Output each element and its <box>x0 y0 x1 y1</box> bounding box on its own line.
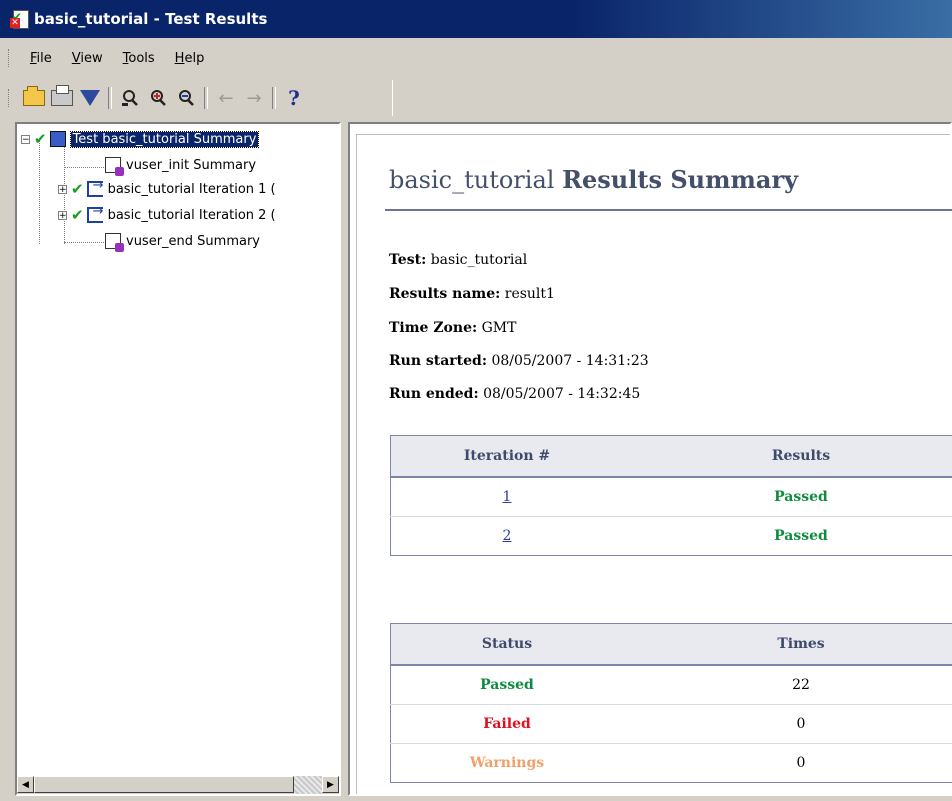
forward-arrow-icon: → <box>246 87 262 109</box>
results-summary-title: basic_tutorial Results Summary <box>389 165 799 194</box>
help-icon: ? <box>288 86 300 110</box>
filter-button[interactable] <box>76 85 104 111</box>
tree-node-label: basic_tutorial Iteration 1 ( <box>107 181 276 197</box>
iteration-link[interactable]: 2 <box>390 516 623 556</box>
zoom-in-icon <box>151 90 166 106</box>
times-value: 0 <box>623 743 952 783</box>
find-button[interactable] <box>116 85 144 111</box>
status-passed: Passed <box>390 664 623 705</box>
menu-file[interactable]: File <box>20 51 62 66</box>
results-content-pane: basic_tutorial Results Summary Test: bas… <box>348 122 952 796</box>
tree-node-root[interactable]: − ✔ Test basic_tutorial Summary <box>21 128 260 150</box>
title-divider <box>385 209 952 211</box>
passed-check-icon: ✔ <box>71 180 84 198</box>
result-value: Passed <box>623 476 952 517</box>
table-row: 1 Passed <box>390 476 952 517</box>
info-run-ended: Run ended: 08/05/2007 - 14:32:45 <box>389 386 641 402</box>
tree-node-vuser-end[interactable]: vuser_end Summary <box>105 230 260 252</box>
iteration-icon <box>86 178 103 197</box>
iteration-icon <box>86 204 103 223</box>
info-test: Test: basic_tutorial <box>389 252 528 268</box>
result-value: Passed <box>623 516 952 556</box>
column-header-status: Status <box>390 623 623 666</box>
window-title: basic_tutorial - Test Results <box>34 10 268 28</box>
menu-tools[interactable]: Tools <box>113 51 165 66</box>
column-header-results: Results <box>623 435 952 478</box>
info-run-started: Run started: 08/05/2007 - 14:31:23 <box>389 353 649 369</box>
help-button[interactable]: ? <box>280 85 308 111</box>
scroll-right-button[interactable]: ▶ <box>322 776 339 793</box>
toolbar-separator <box>204 87 208 109</box>
tree-connector <box>64 242 104 243</box>
info-time-zone: Time Zone: GMT <box>389 320 517 336</box>
action-summary-icon <box>105 233 124 252</box>
back-button[interactable]: ← <box>212 85 240 111</box>
status-warnings: Warnings <box>390 743 623 783</box>
results-document: basic_tutorial Results Summary Test: bas… <box>356 134 952 794</box>
tree-node-label: vuser_init Summary <box>126 157 257 173</box>
menu-grip <box>8 49 12 67</box>
expand-toggle[interactable]: + <box>58 184 67 194</box>
horizontal-scrollbar[interactable]: ◀ ▶ <box>17 776 339 794</box>
find-icon <box>122 90 138 106</box>
back-arrow-icon: ← <box>218 87 234 109</box>
tree-node-label: Test basic_tutorial Summary <box>69 130 260 148</box>
zoom-out-button[interactable] <box>172 85 200 111</box>
menu-view[interactable]: View <box>62 51 113 66</box>
times-value: 0 <box>623 704 952 744</box>
open-icon <box>23 86 45 106</box>
zoom-in-button[interactable] <box>144 85 172 111</box>
test-results-app-icon: ✔ ✕ <box>10 9 30 29</box>
column-header-times: Times <box>623 623 952 666</box>
table-row: Warnings 0 <box>390 743 952 783</box>
print-icon <box>51 85 73 106</box>
table-row: 2 Passed <box>390 516 952 556</box>
iteration-link[interactable]: 1 <box>390 476 623 517</box>
title-bar: ✔ ✕ basic_tutorial - Test Results <box>0 0 952 38</box>
forward-button[interactable]: → <box>240 85 268 111</box>
status-failed: Failed <box>390 704 623 744</box>
table-row: Passed 22 <box>390 664 952 705</box>
toolbar-separator <box>272 87 276 109</box>
toolbar-separator <box>108 87 112 109</box>
status-table: Status Times Passed 22 Failed 0 Warnings… <box>390 623 952 783</box>
results-tree[interactable]: − ✔ Test basic_tutorial Summary vuser_in… <box>15 122 341 796</box>
table-row: Failed 0 <box>390 704 952 744</box>
times-value: 22 <box>623 664 952 705</box>
zoom-out-icon <box>179 90 194 106</box>
scroll-track[interactable] <box>294 776 322 794</box>
column-header-iteration: Iteration # <box>390 435 623 478</box>
scroll-thumb[interactable] <box>34 776 294 793</box>
tree-node-vuser-init[interactable]: vuser_init Summary <box>105 154 256 176</box>
tree-connector <box>39 141 40 244</box>
expand-toggle[interactable]: + <box>58 210 67 220</box>
print-button[interactable] <box>48 85 76 111</box>
toolbar-grip <box>8 89 12 107</box>
test-summary-icon <box>49 131 66 147</box>
info-results-name: Results name: result1 <box>389 286 555 302</box>
tree-connector <box>64 167 104 168</box>
open-button[interactable] <box>20 85 48 111</box>
tree-node-label: vuser_end Summary <box>126 233 260 249</box>
toolbar: ← → ? <box>0 80 393 116</box>
iterations-table: Iteration # Results 1 Passed 2 Passed <box>390 435 952 556</box>
action-summary-icon <box>105 157 124 176</box>
passed-check-icon: ✔ <box>71 206 84 224</box>
passed-check-icon: ✔ <box>34 130 47 148</box>
scroll-left-button[interactable]: ◀ <box>17 776 34 793</box>
collapse-toggle[interactable]: − <box>21 134 30 144</box>
menu-help[interactable]: Help <box>165 51 215 66</box>
tree-node-iteration-1[interactable]: + ✔ basic_tutorial Iteration 1 ( <box>58 178 276 200</box>
tree-node-iteration-2[interactable]: + ✔ basic_tutorial Iteration 2 ( <box>58 204 276 226</box>
tree-node-label: basic_tutorial Iteration 2 ( <box>107 207 276 223</box>
menu-bar: File View Tools Help <box>0 39 952 77</box>
filter-icon <box>80 90 100 106</box>
